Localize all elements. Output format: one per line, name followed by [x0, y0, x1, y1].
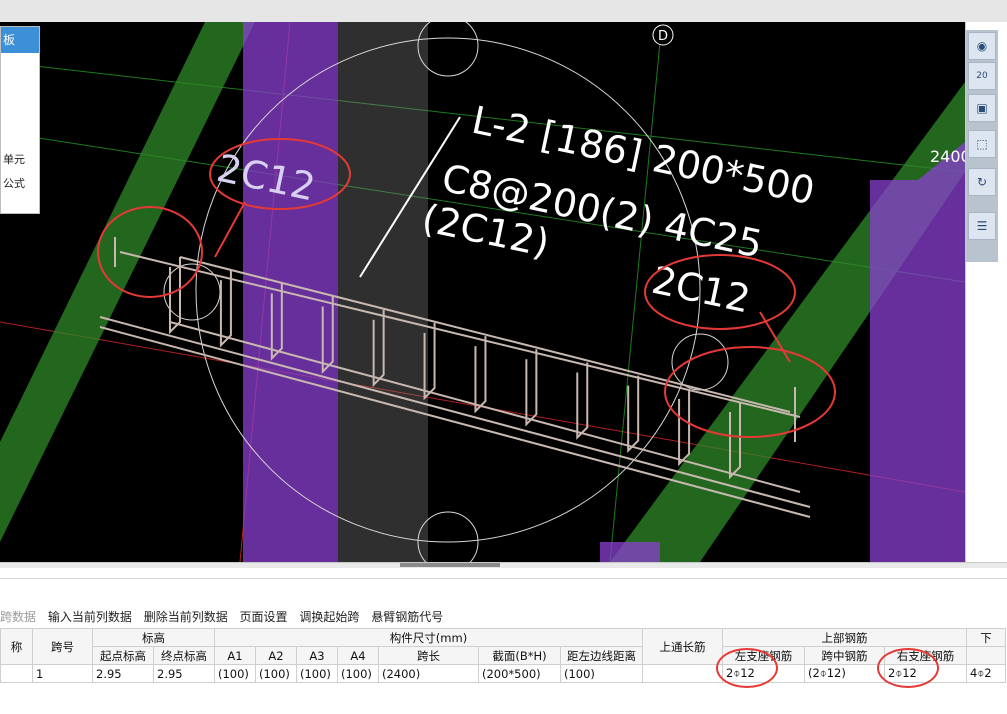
grey-column[interactable] [338, 22, 428, 562]
plan-view-icon[interactable]: 20 [968, 62, 996, 90]
col-end-elev[interactable]: 终点标高 [153, 646, 215, 665]
rotate-icon[interactable]: ↻ [968, 168, 996, 196]
cell-name[interactable] [0, 664, 33, 683]
stirrup [678, 388, 691, 467]
cell-section[interactable]: (200*500) [478, 664, 561, 683]
col-a2[interactable]: A2 [255, 646, 297, 665]
cell-span-len[interactable]: (2400) [378, 664, 479, 683]
toolbar-cantilever-code[interactable]: 悬臂钢筋代号 [371, 610, 443, 624]
col-a3[interactable]: A3 [296, 646, 338, 665]
layers-icon[interactable]: ☰ [968, 212, 996, 240]
panel-top-bar [0, 568, 1007, 579]
toolbar-delete-column[interactable]: 删除当前列数据 [144, 610, 228, 624]
purple-column-left[interactable] [243, 22, 338, 562]
title-bar [0, 0, 1007, 23]
stirrup [474, 336, 487, 414]
cell-a4[interactable]: (100) [337, 664, 379, 683]
viewport-scene[interactable]: D L-2 [186] 200*500 C8@200(2) 4C25 (2C12… [0, 22, 965, 562]
orbit-icon[interactable]: ◉ [968, 32, 996, 60]
toolbar-input-column[interactable]: 输入当前列数据 [48, 610, 132, 624]
axis-line [609, 41, 661, 562]
grid-toolbar: 跨数据 输入当前列数据 删除当前列数据 页面设置 调换起始跨 悬臂钢筋代号 [0, 608, 451, 626]
cell-end-elev[interactable]: 2.95 [153, 664, 215, 683]
3d-viewport[interactable]: D L-2 [186] 200*500 C8@200(2) 4C25 (2C12… [0, 22, 965, 562]
axis-label: D [658, 29, 668, 44]
toolbar-swap-start-span[interactable]: 调换起始跨 [299, 610, 359, 624]
view-toolbar: ◉ 20 ▣ ⬚ ↻ ☰ [965, 22, 1007, 562]
col-name[interactable]: 称 [0, 628, 33, 665]
stirrup [627, 375, 640, 454]
col-span-len[interactable]: 跨长 [378, 646, 479, 665]
col-span-no[interactable]: 跨号 [32, 628, 93, 665]
toolbar-page-setup[interactable]: 页面设置 [240, 610, 288, 624]
table-row[interactable]: 1 2.95 2.95 (100) (100) (100) (100) (240… [0, 664, 1006, 683]
highlight-circle-left-support [716, 648, 778, 688]
cell-start-elev[interactable]: 2.95 [92, 664, 154, 683]
cell-a1[interactable]: (100) [214, 664, 256, 683]
floating-panel[interactable]: 板 单元 公式 [0, 26, 40, 214]
col-a1[interactable]: A1 [214, 646, 256, 665]
purple-column-bottom[interactable] [600, 542, 660, 562]
stirrup [576, 362, 589, 440]
col-section[interactable]: 截面(B*H) [478, 646, 561, 665]
splitter-grip[interactable] [400, 563, 500, 567]
highlight-circle-right-support [877, 648, 939, 688]
col-a4[interactable]: A4 [337, 646, 379, 665]
cell-left-edge-dist[interactable]: (100) [560, 664, 643, 683]
group-top-rebar: 上部钢筋 [722, 628, 967, 647]
box-view-icon[interactable]: ▣ [968, 94, 996, 122]
group-dimensions: 构件尺寸(mm) [214, 628, 643, 647]
header-row-2: 起点标高 终点标高 A1 A2 A3 A4 跨长 截面(B*H) 距左边线距离 … [1, 646, 1006, 665]
col-left-edge-dist[interactable]: 距左边线距离 [560, 646, 643, 665]
dimension-text: 2400 [930, 147, 965, 166]
stirrup [219, 270, 232, 348]
select-box-icon[interactable]: ⬚ [968, 130, 996, 158]
cell-bottom[interactable]: 4⌽2 [966, 664, 1006, 683]
purple-column-right[interactable] [870, 142, 965, 562]
col-bottom[interactable]: 下 [966, 628, 1006, 647]
plan-view-number: 20 [976, 71, 988, 81]
cell-a2[interactable]: (100) [255, 664, 297, 683]
group-elevation: 标高 [92, 628, 215, 647]
floating-panel-item[interactable]: 单元 [3, 151, 25, 167]
header-row-1: 称 跨号 标高 构件尺寸(mm) 上通长筋 上部钢筋 下 [0, 628, 1006, 665]
col-start-elev[interactable]: 起点标高 [92, 646, 154, 665]
stirrup [525, 349, 538, 427]
cell-a3[interactable]: (100) [296, 664, 338, 683]
rebar-grid-panel: 跨数据 输入当前列数据 删除当前列数据 页面设置 调换起始跨 悬臂钢筋代号 称 … [0, 568, 1007, 714]
rebar-grid[interactable]: 称 跨号 标高 构件尺寸(mm) 上通长筋 上部钢筋 下 起点标高 终点标高 A… [0, 628, 1006, 683]
cell-top-through[interactable] [642, 664, 723, 683]
orbit-handle [671, 333, 729, 391]
toolbar-span-data[interactable]: 跨数据 [0, 610, 36, 624]
col-mid-span[interactable]: 跨中钢筋 [804, 646, 885, 665]
col-top-through[interactable]: 上通长筋 [642, 628, 723, 665]
col-bottom-sub[interactable] [966, 646, 1006, 665]
cell-span-no[interactable]: 1 [32, 664, 93, 683]
floating-panel-header[interactable]: 板 [1, 27, 39, 53]
floating-panel-item[interactable]: 公式 [3, 175, 25, 191]
cell-mid-span[interactable]: (2⌽12) [804, 664, 885, 683]
stirrup [169, 257, 181, 335]
